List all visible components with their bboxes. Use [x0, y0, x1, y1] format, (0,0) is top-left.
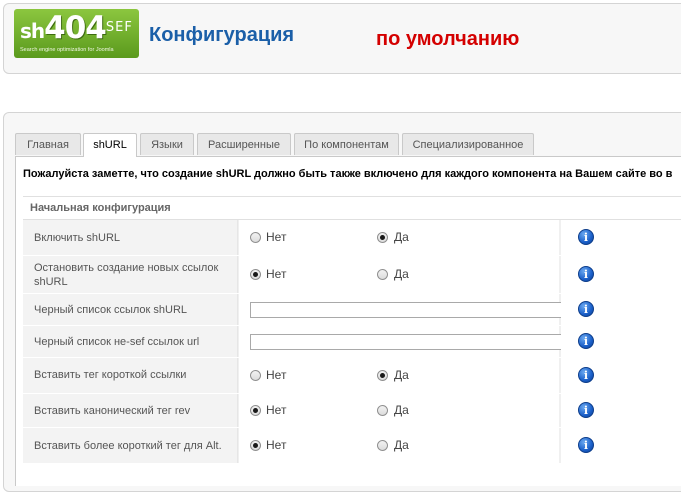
radio-yes-label: Да: [394, 368, 409, 382]
logo-404: 404: [44, 10, 107, 46]
info-icon[interactable]: i: [578, 229, 594, 245]
radio-no[interactable]: [250, 370, 261, 381]
info-icon[interactable]: i: [578, 437, 594, 453]
value-cell: [239, 294, 563, 325]
shurl-notice: Пожалуйста заметте, что создание shURL д…: [23, 168, 673, 180]
value-cell: Нет Да: [239, 256, 559, 293]
label-cell: Остановить создание новых ссылок shURL: [23, 256, 238, 293]
info-cell: i: [561, 326, 681, 357]
row-enable-shurl: Включить shURL Нет Да i: [23, 220, 681, 256]
info-icon[interactable]: i: [578, 266, 594, 282]
radio-no-label: Нет: [266, 230, 287, 244]
radio-yes-label: Да: [394, 230, 409, 244]
row-alt-short-tag: Вставить более короткий тег для Alt. Нет…: [23, 428, 681, 464]
value-cell: Нет Да: [239, 394, 559, 427]
tab-by-component[interactable]: По компонентам: [294, 133, 399, 155]
radio-yes[interactable]: [377, 370, 388, 381]
info-cell: i: [561, 358, 681, 393]
info-cell: i: [561, 220, 681, 255]
radio-yes[interactable]: [377, 232, 388, 243]
radio-no-label: Нет: [266, 267, 287, 281]
label-cell: Включить shURL: [23, 220, 238, 255]
row-label: Вставить более короткий тег для Alt.: [34, 440, 222, 452]
radio-no[interactable]: [250, 405, 261, 416]
info-icon[interactable]: i: [578, 333, 594, 349]
row-blacklist-shurl: Черный список ссылок shURL i: [23, 294, 681, 326]
radio-yes[interactable]: [377, 405, 388, 416]
label-cell: Черный список не-sef ссылок url: [23, 326, 238, 357]
row-short-link-tag: Вставить тег короткой ссылки Нет Да i: [23, 358, 681, 394]
radio-no[interactable]: [250, 232, 261, 243]
row-stop-new-urls: Остановить создание новых ссылок shURL Н…: [23, 256, 681, 294]
default-config-label: по умолчанию: [376, 28, 520, 50]
logo-sef: SEF: [105, 20, 133, 35]
row-canonical-rev-tag: Вставить канонический тег rev Нет Да i: [23, 394, 681, 428]
tab-languages[interactable]: Языки: [140, 133, 194, 155]
radio-no-label: Нет: [266, 403, 287, 417]
radio-yes-label: Да: [394, 267, 409, 281]
info-cell: i: [561, 428, 681, 463]
radio-no-label: Нет: [266, 438, 287, 452]
info-cell: i: [561, 256, 681, 293]
info-icon[interactable]: i: [578, 367, 594, 383]
row-label: Черный список не-sef ссылок url: [34, 336, 200, 348]
label-cell: Черный список ссылок shURL: [23, 294, 238, 325]
radio-yes-label: Да: [394, 438, 409, 452]
page-title: Конфигурация: [149, 24, 295, 46]
info-icon[interactable]: i: [578, 402, 594, 418]
logo-wordmark: sh404SEF: [20, 11, 133, 48]
info-cell: i: [561, 294, 681, 325]
row-label: Черный список ссылок shURL: [34, 304, 188, 316]
section-header: Начальная конфигурация: [23, 196, 681, 220]
tab-advanced[interactable]: Расширенные: [197, 133, 291, 155]
blacklist-nonsef-input[interactable]: [250, 334, 563, 350]
radio-no[interactable]: [250, 440, 261, 451]
row-label: Вставить канонический тег rev: [34, 405, 191, 417]
section-title: Начальная конфигурация: [30, 202, 171, 214]
radio-no-label: Нет: [266, 368, 287, 382]
sh404sef-logo: sh404SEF Search engine optimization for …: [14, 9, 139, 58]
radio-no[interactable]: [250, 269, 261, 280]
row-blacklist-nonsef: Черный список не-sef ссылок url i: [23, 326, 681, 358]
tab-shurl[interactable]: shURL: [83, 133, 137, 157]
label-cell: Вставить тег короткой ссылки: [23, 358, 238, 393]
logo-tagline: Search engine optimization for Joomla: [20, 47, 114, 53]
tab-main[interactable]: Главная: [15, 133, 81, 155]
label-cell: Вставить канонический тег rev: [23, 394, 238, 427]
row-label: Остановить создание новых ссылок shURL: [34, 262, 219, 288]
row-label: Включить shURL: [34, 232, 121, 244]
info-cell: i: [561, 394, 681, 427]
label-cell: Вставить более короткий тег для Alt.: [23, 428, 238, 463]
tab-specialized[interactable]: Специализированное: [402, 133, 534, 155]
logo-sh: sh: [20, 19, 45, 43]
radio-yes[interactable]: [377, 269, 388, 280]
radio-yes-label: Да: [394, 403, 409, 417]
value-cell: Нет Да: [239, 428, 559, 463]
row-label: Вставить тег короткой ссылки: [34, 369, 187, 381]
value-cell: [239, 326, 563, 357]
radio-yes[interactable]: [377, 440, 388, 451]
value-cell: Нет Да: [239, 358, 559, 393]
blacklist-shurl-input[interactable]: [250, 302, 563, 318]
value-cell: Нет Да: [239, 220, 559, 255]
info-icon[interactable]: i: [578, 301, 594, 317]
